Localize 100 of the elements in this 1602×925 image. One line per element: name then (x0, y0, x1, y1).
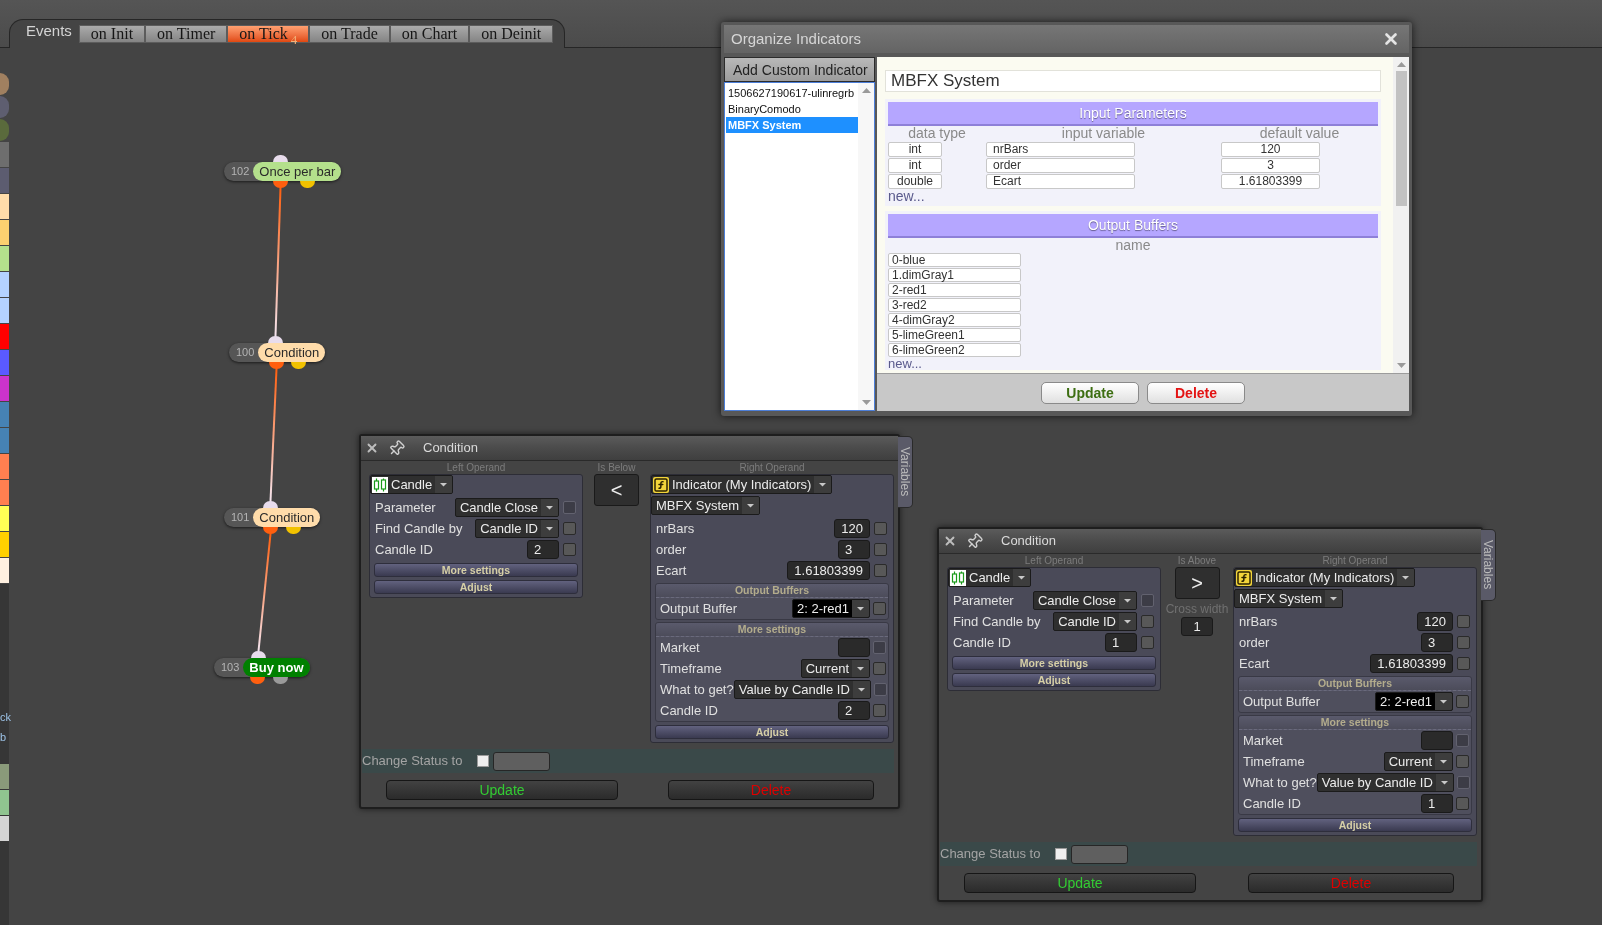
dropdown[interactable]: Current (1383, 752, 1453, 771)
close-icon[interactable] (943, 534, 957, 548)
update-button[interactable]: Update (1041, 381, 1139, 404)
input-field[interactable]: 2 (838, 701, 870, 720)
color-swatch[interactable] (0, 194, 9, 219)
event-tab[interactable]: on Timer (145, 25, 228, 43)
input-port-icon[interactable] (263, 501, 278, 508)
flow-node[interactable]: 102 Once per bar (224, 162, 342, 181)
section-toggle[interactable]: More settings (374, 563, 578, 577)
color-swatch[interactable] (0, 816, 9, 841)
color-swatch[interactable] (0, 298, 9, 323)
color-swatch[interactable] (0, 428, 9, 453)
input-field[interactable]: 120 (834, 519, 870, 538)
input-field[interactable]: 120 (1221, 141, 1320, 157)
event-tab[interactable]: on Init (78, 25, 146, 43)
input-field[interactable] (838, 638, 870, 657)
checkbox[interactable] (563, 543, 576, 556)
color-swatch[interactable] (0, 376, 9, 401)
input-field[interactable]: 3 (1221, 157, 1320, 173)
checkbox[interactable] (874, 522, 887, 535)
checkbox[interactable] (1457, 615, 1470, 628)
scrollbar[interactable] (1393, 57, 1409, 373)
input-field[interactable]: 1 (1181, 617, 1213, 636)
checkbox[interactable] (873, 662, 886, 675)
color-swatch[interactable] (0, 142, 9, 167)
scroll-up-icon[interactable] (1396, 62, 1406, 67)
dropdown[interactable]: Current (800, 659, 870, 678)
dropdown[interactable]: Candle Close (1032, 591, 1137, 610)
input-port-icon[interactable] (251, 651, 266, 658)
output-port-icon[interactable] (273, 181, 288, 188)
flow-node[interactable]: 103 Buy now (214, 658, 310, 677)
close-icon[interactable] (1382, 30, 1400, 48)
input-field[interactable]: 0-blue (888, 253, 1021, 267)
output-port-icon[interactable] (269, 362, 284, 369)
new-link[interactable]: new... (888, 357, 922, 370)
name-field[interactable]: MBFX System (885, 70, 1381, 92)
input-field[interactable]: 3-red2 (888, 298, 1021, 312)
status-field[interactable] (1071, 844, 1128, 864)
dropdown[interactable]: Candle (948, 568, 1032, 587)
color-swatch[interactable] (0, 454, 9, 479)
checkbox[interactable] (1457, 657, 1470, 670)
dropdown[interactable]: Candle Close (454, 498, 559, 517)
color-swatch[interactable] (0, 324, 9, 349)
checkbox[interactable] (1457, 636, 1470, 649)
checkbox[interactable] (1055, 848, 1067, 860)
input-field[interactable]: int (888, 141, 942, 157)
checkbox[interactable] (874, 564, 887, 577)
dropdown[interactable]: 2: 2-red1 (1374, 692, 1453, 711)
dropdown[interactable]: Value by Candle ID (733, 680, 871, 699)
delete-button[interactable]: Delete (1147, 381, 1245, 404)
color-swatch[interactable] (0, 480, 9, 505)
checkbox[interactable] (1141, 636, 1154, 649)
section-toggle[interactable]: Adjust (655, 725, 889, 739)
event-tab[interactable]: on Chart (389, 25, 470, 43)
checkbox[interactable] (563, 522, 576, 535)
checkbox[interactable] (477, 755, 489, 767)
dropdown[interactable]: Value by Candle ID (1316, 773, 1454, 792)
input-field[interactable]: Ecart (986, 173, 1135, 189)
event-tab[interactable]: on Deinit (469, 25, 554, 43)
checkbox[interactable] (1456, 797, 1469, 810)
variables-tab[interactable]: Variables (1481, 529, 1496, 601)
input-field[interactable]: 3 (1421, 633, 1453, 652)
output-port-icon[interactable] (286, 527, 301, 534)
list-item[interactable]: BinaryComodo (726, 101, 858, 117)
section-toggle[interactable]: Adjust (1238, 818, 1472, 832)
input-field[interactable]: 1.61803399 (787, 561, 870, 580)
scroll-up-icon[interactable] (861, 88, 871, 93)
color-swatch[interactable] (0, 168, 9, 193)
input-field[interactable]: 2-red1 (888, 283, 1021, 297)
color-swatch[interactable] (0, 790, 9, 815)
checkbox[interactable] (873, 704, 886, 717)
input-field[interactable]: 120 (1417, 612, 1453, 631)
section-toggle[interactable]: Adjust (374, 580, 578, 594)
input-field[interactable]: 2 (527, 540, 559, 559)
section-toggle[interactable]: More settings (952, 656, 1156, 670)
scroll-down-icon[interactable] (1396, 363, 1406, 368)
variables-tab[interactable]: Variables (898, 436, 913, 508)
output-port-icon[interactable] (250, 677, 265, 684)
input-field[interactable]: 1 (1105, 633, 1137, 652)
scroll-thumb[interactable] (1395, 71, 1407, 206)
flow-node[interactable]: 100 Condition (229, 343, 326, 362)
color-swatch[interactable] (0, 402, 9, 427)
input-field[interactable]: 1.61803399 (1370, 654, 1453, 673)
operator-button[interactable]: > (1174, 567, 1220, 599)
color-swatch[interactable] (0, 532, 9, 557)
dropdown[interactable]: 2: 2-red1 (791, 599, 870, 618)
color-swatch[interactable] (0, 350, 9, 375)
checkbox[interactable] (1456, 755, 1469, 768)
add-custom-indicator-button[interactable]: Add Custom Indicator (724, 57, 875, 82)
color-swatch[interactable] (0, 764, 9, 789)
color-swatch[interactable] (0, 272, 9, 297)
output-port-icon[interactable] (263, 527, 278, 534)
input-field[interactable] (1421, 731, 1453, 750)
checkbox[interactable] (874, 543, 887, 556)
update-button[interactable]: Update (386, 780, 618, 800)
status-field[interactable] (493, 751, 550, 771)
list-item[interactable]: 1506627190617-ulinregrb (726, 85, 858, 101)
dropdown[interactable]: MBFX System (1234, 589, 1344, 608)
scrollbar[interactable] (858, 83, 874, 410)
input-field[interactable]: 4-dimGray2 (888, 313, 1021, 327)
